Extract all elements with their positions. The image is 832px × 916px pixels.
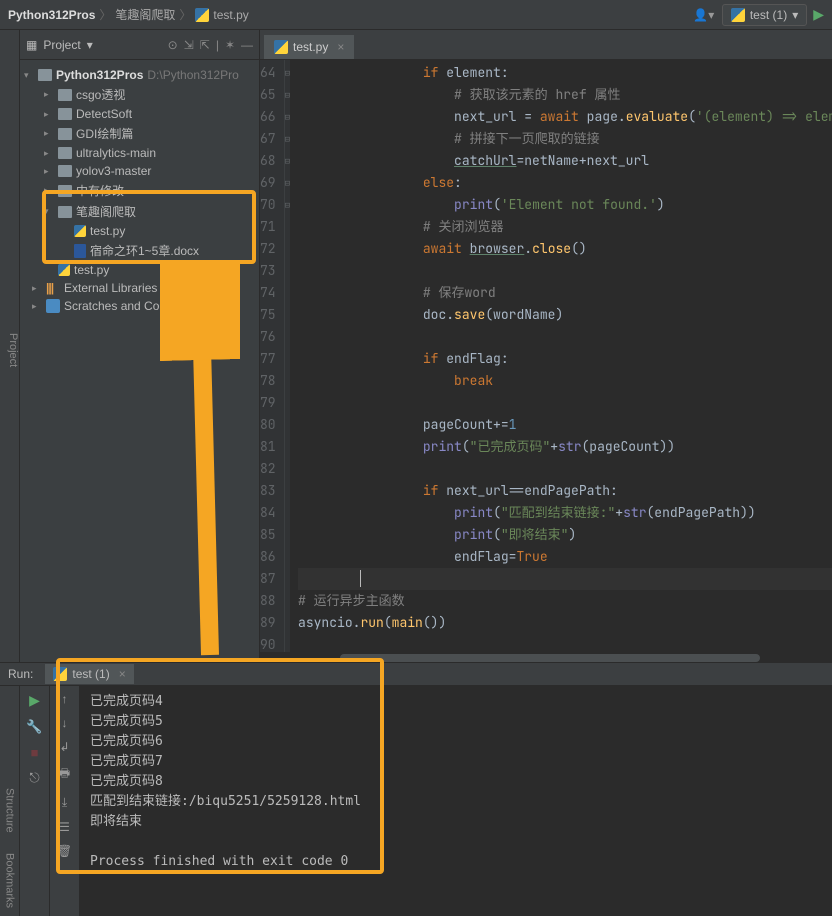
print-icon[interactable]: 🖶 [59, 764, 70, 785]
breadcrumb-folder[interactable]: 笔趣阁爬取 [115, 6, 175, 23]
project-panel: ▦ Project ▾ ⊙ ⇲ ⇱ | ✶ — ▾Python312Pros D… [20, 30, 260, 662]
run-tab-label: test (1) [72, 667, 109, 681]
bookmarks-button[interactable]: Bookmarks [4, 853, 16, 908]
user-icon[interactable]: 👤▾ [692, 3, 716, 27]
run-tab[interactable]: test (1) × [45, 664, 133, 684]
project-tool-button[interactable]: Project [0, 30, 20, 662]
run-button[interactable]: ▶ [813, 6, 824, 23]
chevron-down-icon[interactable]: ▾ [87, 38, 93, 52]
soft-wrap-icon[interactable]: ↲ [59, 740, 69, 754]
run-configuration-dropdown[interactable]: test (1) ▾ [722, 4, 807, 26]
tree-node[interactable]: ▸yolov3-master [20, 162, 259, 180]
editor-tab[interactable]: test.py × [264, 35, 354, 59]
editor-tabs: test.py × [260, 30, 832, 60]
python-icon [53, 667, 67, 681]
project-tree[interactable]: ▾Python312Pros D:\Python312Pro▸csgo透视▸De… [20, 60, 259, 321]
editor-panel: test.py × 646566676869707172737475767778… [260, 30, 832, 662]
wrench-icon[interactable]: 🔧 [26, 719, 42, 735]
exit-icon[interactable]: ⎋ [29, 770, 39, 786]
run-label: Run: [8, 667, 33, 681]
tree-node[interactable]: ▸ultralytics-main [20, 144, 259, 162]
tree-node[interactable]: ▸csgo透视 [20, 84, 259, 105]
top-toolbar: Python312Pros 〉 笔趣阁爬取 〉 test.py 👤▾ test … [0, 0, 832, 30]
tree-node[interactable]: ▾Python312Pros D:\Python312Pro [20, 66, 259, 84]
down-icon[interactable]: ↓ [62, 716, 68, 730]
scroll-icon[interactable]: ⤓ [62, 795, 67, 810]
side-tool-buttons[interactable]: Structure Bookmarks [0, 686, 20, 916]
horizontal-scrollbar[interactable] [260, 652, 832, 662]
settings-icon[interactable]: ✶ [225, 38, 235, 52]
tree-node[interactable]: ▸DetectSoft [20, 105, 259, 123]
tab-label: test.py [293, 40, 328, 54]
chevron-down-icon: ▾ [792, 8, 798, 22]
tree-node[interactable]: test.py [20, 261, 259, 279]
tree-node[interactable]: ▸中有修改 [20, 180, 259, 201]
up-icon[interactable]: ↑ [62, 692, 68, 706]
project-label: Project [7, 333, 19, 367]
python-icon [731, 8, 745, 22]
target-icon[interactable]: ⊙ [168, 38, 178, 52]
expand-icon[interactable]: ⇲ [184, 38, 194, 52]
python-icon [195, 8, 209, 22]
code-editor[interactable]: 6465666768697071727374757677787980818283… [260, 60, 832, 652]
python-icon [274, 40, 288, 54]
tree-node[interactable]: 宿命之环1~5章.docx [20, 240, 259, 261]
tree-node[interactable]: test.py [20, 222, 259, 240]
close-icon[interactable]: × [119, 667, 126, 681]
run-toolbar-left: ▶ 🔧 ■ ⎋ [20, 686, 50, 916]
breadcrumb-root[interactable]: Python312Pros [8, 8, 95, 22]
breadcrumb-file[interactable]: test.py [213, 8, 248, 22]
rerun-button[interactable]: ▶ [29, 692, 40, 709]
breadcrumb[interactable]: Python312Pros 〉 笔趣阁爬取 〉 test.py [8, 6, 249, 23]
tree-node[interactable]: ▾笔趣阁爬取 [20, 201, 259, 222]
close-icon[interactable]: × [337, 40, 344, 54]
filter-icon[interactable]: ☰ [59, 820, 70, 834]
trash-icon[interactable]: 🗑 [57, 844, 72, 858]
stop-button[interactable]: ■ [31, 745, 39, 760]
hide-icon[interactable]: — [241, 38, 253, 52]
project-view-icon[interactable]: ▦ [26, 38, 37, 52]
divider: | [216, 38, 219, 52]
tree-node[interactable]: ▸Scratches and Console [20, 297, 259, 315]
run-config-label: test (1) [750, 8, 787, 22]
project-title: Project [43, 38, 80, 52]
console-output[interactable]: 已完成页码4已完成页码5已完成页码6已完成页码7已完成页码8匹配到结束链接:/b… [80, 686, 832, 916]
structure-button[interactable]: Structure [4, 788, 16, 833]
run-toolbar-left2: ↑ ↓ ↲ 🖶 ⤓ ☰ 🗑 [50, 686, 80, 916]
tree-node[interactable]: ▸External Libraries [20, 279, 259, 297]
run-tool-header: Run: test (1) × [0, 662, 832, 686]
tree-node[interactable]: ▸GDI绘制篇 [20, 123, 259, 144]
collapse-icon[interactable]: ⇱ [200, 38, 210, 52]
